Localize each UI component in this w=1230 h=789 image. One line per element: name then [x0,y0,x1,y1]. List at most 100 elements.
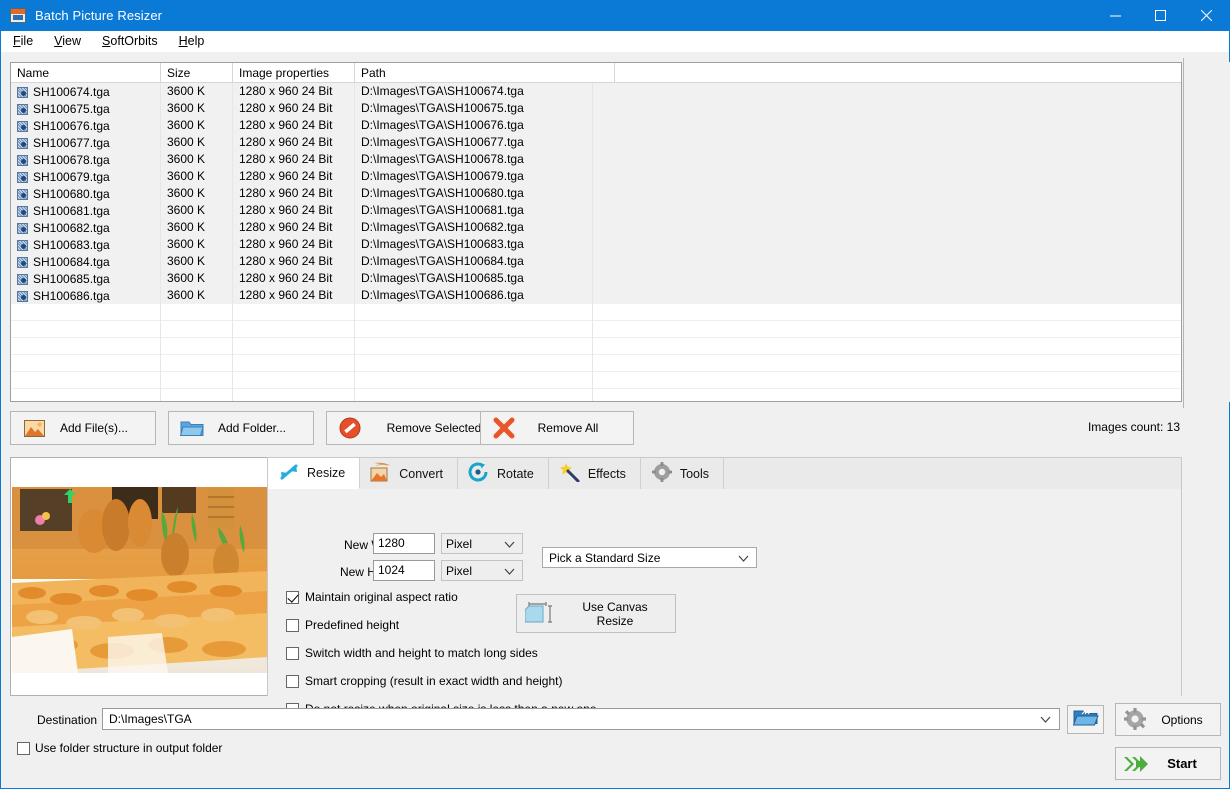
tab-rotate[interactable]: Rotate [458,458,549,489]
width-unit-select[interactable]: Pixel [441,533,523,554]
folder-icon [175,419,209,438]
cell-path: D:\Images\TGA\SH100683.tga [361,237,524,251]
start-button[interactable]: Start [1115,747,1221,780]
checkbox-label: Use folder structure in output folder [35,741,223,755]
cell-size: 3600 K [167,101,206,115]
table-row[interactable]: SH100675.tga 3600 K 1280 x 960 24 Bit D:\Im… [11,100,1181,117]
minimize-button[interactable] [1093,0,1138,31]
table-row-empty[interactable] [11,321,1181,338]
table-row[interactable]: SH100682.tga 3600 K 1280 x 960 24 Bit D:\Im… [11,219,1181,236]
table-row[interactable]: SH100676.tga 3600 K 1280 x 960 24 Bit D:\Im… [11,117,1181,134]
cell-image-properties: 1280 x 960 24 Bit [239,186,333,200]
table-row-empty[interactable] [11,355,1181,372]
file-list-body[interactable]: SH100674.tga 3600 K 1280 x 960 24 Bit D:\Im… [11,83,1181,401]
file-type-icon [17,137,28,149]
table-row[interactable]: SH100684.tga 3600 K 1280 x 960 24 Bit D:\Im… [11,253,1181,270]
cell-name-text: SH100675.tga [33,102,110,116]
browse-folder-button[interactable] [1067,705,1104,734]
cell-name-text: SH100685.tga [33,272,110,286]
remove-all-button[interactable]: Remove All [480,411,634,445]
chevron-down-icon [738,552,749,566]
add-folder-button[interactable]: Add Folder... [168,411,314,445]
cell-size: 3600 K [167,288,206,302]
table-row[interactable]: SH100674.tga 3600 K 1280 x 960 24 Bit D:\Im… [11,83,1181,100]
cell-size: 3600 K [167,135,206,149]
destination-value: D:\Images\TGA [109,712,192,726]
new-height-input[interactable]: 1024 [373,560,435,581]
cell-path: D:\Images\TGA\SH100674.tga [361,84,524,98]
file-list-header: Name Size Image properties Path [11,63,1181,83]
table-row[interactable]: SH100685.tga 3600 K 1280 x 960 24 Bit D:\Im… [11,270,1181,287]
table-row[interactable]: SH100681.tga 3600 K 1280 x 960 24 Bit D:\Im… [11,202,1181,219]
options-button[interactable]: Options [1115,703,1221,736]
table-row[interactable]: SH100679.tga 3600 K 1280 x 960 24 Bit D:\Im… [11,168,1181,185]
cell-size: 3600 K [167,84,206,98]
column-header-path[interactable]: Path [355,63,615,83]
options-label: Options [1161,712,1203,727]
tab-resize-label: Resize [307,466,346,480]
menu-help[interactable]: Help [175,32,216,51]
column-header-size[interactable]: Size [161,63,233,83]
table-row[interactable]: SH100686.tga 3600 K 1280 x 960 24 Bit D:\Im… [11,287,1181,304]
close-button[interactable] [1183,0,1229,31]
file-list[interactable]: Name Size Image properties Path SH100674… [10,62,1182,402]
cell-size: 3600 K [167,220,206,234]
table-row[interactable]: SH100678.tga 3600 K 1280 x 960 24 Bit D:\Im… [11,151,1181,168]
cell-path: D:\Images\TGA\SH100686.tga [361,288,524,302]
checkbox-label: Maintain original aspect ratio [305,590,458,604]
maximize-button[interactable] [1138,0,1183,31]
cell-name: SH100686.tga [11,287,161,304]
table-row[interactable]: SH100680.tga 3600 K 1280 x 960 24 Bit D:\Im… [11,185,1181,202]
file-type-icon [17,256,28,268]
file-action-buttons: Add File(s)... Add Folder... Remove Sele… [10,411,1182,447]
cell-image-properties: 1280 x 960 24 Bit [239,84,333,98]
column-header-image-properties[interactable]: Image properties [233,63,355,83]
application-window: Batch Picture Resizer File View SoftOrbi… [0,0,1230,789]
column-header-name[interactable]: Name [11,63,161,83]
cell-name: SH100674.tga [11,83,161,100]
destination-input[interactable]: D:\Images\TGA [102,708,1060,730]
settings-tab-panel: Resize Convert Rotate Effects Tools New … [267,457,1182,716]
cell-path: D:\Images\TGA\SH100679.tga [361,169,524,183]
checkbox-box [17,741,30,755]
chevron-down-icon[interactable] [1040,713,1051,727]
file-type-icon [17,290,28,302]
checkbox-predefined-height[interactable]: Predefined height [286,618,399,632]
menu-softorbits[interactable]: SoftOrbits [98,32,169,51]
tab-effects-label: Effects [587,466,626,481]
table-row-empty[interactable] [11,338,1181,355]
checkbox-box [286,646,299,660]
add-files-button[interactable]: Add File(s)... [10,411,156,445]
menu-bar: File View SoftOrbits Help [1,31,1229,52]
preview-image [12,487,268,673]
checkbox-switch-width-height[interactable]: Switch width and height to match long si… [286,646,538,660]
checkbox-use-folder-structure[interactable]: Use folder structure in output folder [17,741,222,755]
table-row-empty[interactable] [11,304,1181,321]
width-unit-value: Pixel [446,536,473,551]
cell-path: D:\Images\TGA\SH100680.tga [361,186,524,200]
cell-image-properties: 1280 x 960 24 Bit [239,254,333,268]
checkbox-box [286,590,299,604]
tab-tools[interactable]: Tools [641,458,725,489]
add-folder-label: Add Folder... [217,421,287,435]
tab-effects[interactable]: Effects [549,458,641,489]
table-row[interactable]: SH100677.tga 3600 K 1280 x 960 24 Bit D:\Im… [11,134,1181,151]
standard-size-select[interactable]: Pick a Standard Size [542,547,757,568]
new-width-input[interactable]: 1280 [373,533,435,554]
menu-view[interactable]: View [50,32,92,51]
use-canvas-resize-button[interactable]: Use Canvas Resize [516,594,676,633]
table-row-empty[interactable] [11,372,1181,389]
height-unit-select[interactable]: Pixel [441,560,523,581]
checkbox-maintain-aspect-ratio[interactable]: Maintain original aspect ratio [286,590,458,604]
cell-name-text: SH100686.tga [33,289,110,303]
checkbox-smart-cropping[interactable]: Smart cropping (result in exact width an… [286,674,562,688]
cell-size: 3600 K [167,271,206,285]
menu-file[interactable]: File [9,32,44,51]
tab-resize[interactable]: Resize [268,458,361,489]
checkbox-label: Switch width and height to match long si… [305,646,538,660]
table-row[interactable]: SH100683.tga 3600 K 1280 x 960 24 Bit D:\Im… [11,236,1181,253]
file-type-icon [17,103,28,115]
cell-path: D:\Images\TGA\SH100678.tga [361,152,524,166]
canvas-resize-icon [517,600,563,628]
tab-convert[interactable]: Convert [360,458,458,489]
